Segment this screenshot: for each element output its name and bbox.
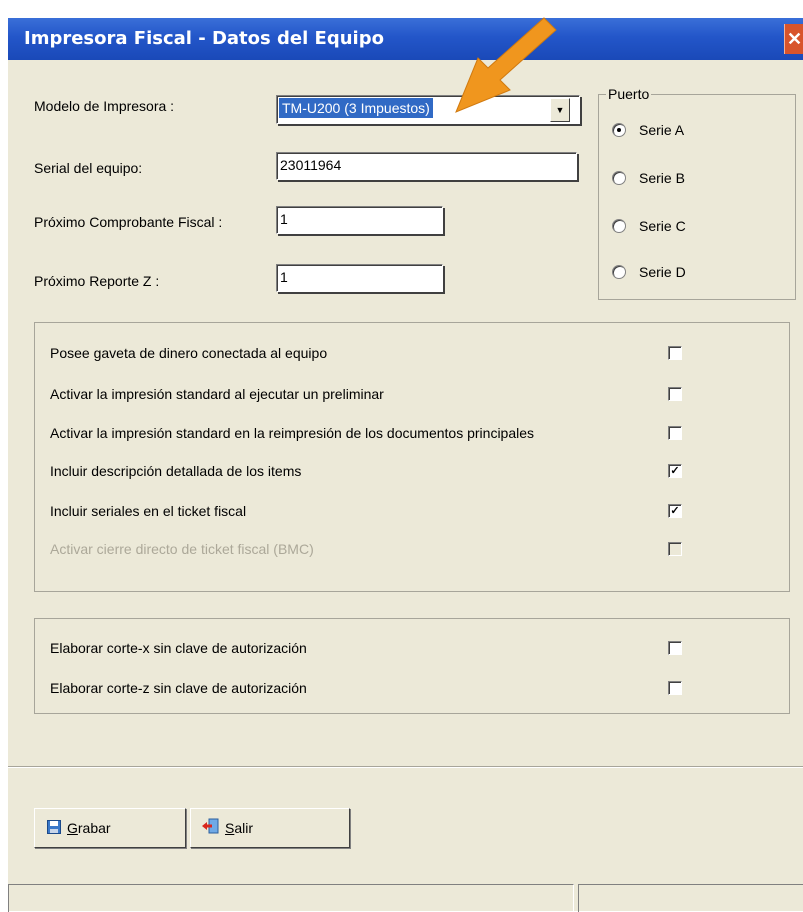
serial-input[interactable]: 23011964 xyxy=(276,152,577,180)
radio-label: Serie B xyxy=(639,170,685,186)
window-title: Impresora Fiscal - Datos del Equipo xyxy=(24,28,384,49)
grabar-label: Grabar xyxy=(67,820,111,836)
option-label-gaveta: Posee gaveta de dinero conectada al equi… xyxy=(50,345,328,361)
corte-z-label: Elaborar corte-z sin clave de autorizaci… xyxy=(50,680,307,696)
close-button[interactable]: ✕ xyxy=(784,24,803,54)
checkmark-icon: ✓ xyxy=(670,465,680,477)
option-label-descripcion: Incluir descripción detallada de los ite… xyxy=(50,463,302,479)
radio-label: Serie D xyxy=(639,264,686,280)
status-panel-left xyxy=(8,884,574,912)
puerto-groupbox xyxy=(598,94,796,300)
option-label-preliminar: Activar la impresión standard al ejecuta… xyxy=(50,386,384,402)
radio-dot xyxy=(617,128,621,132)
salir-label: Salir xyxy=(225,820,254,836)
title-bar: Impresora Fiscal - Datos del Equipo xyxy=(8,18,803,60)
separator-line xyxy=(8,766,803,768)
checkbox-gaveta[interactable] xyxy=(668,346,682,360)
radio-button[interactable] xyxy=(612,219,626,233)
radio-button[interactable] xyxy=(612,171,626,185)
option-label-reimpresion: Activar la impresión standard en la reim… xyxy=(50,425,535,441)
prox-reporte-input[interactable]: 1 xyxy=(276,264,443,292)
radio-label: Serie C xyxy=(639,218,686,234)
prox-reporte-label: Próximo Reporte Z : xyxy=(34,273,160,289)
checkbox-corte-z[interactable] xyxy=(668,681,682,695)
checkbox-reimpresion[interactable] xyxy=(668,426,682,440)
grabar-button[interactable]: Grabar xyxy=(34,808,186,848)
checkmark-icon: ✓ xyxy=(670,505,680,517)
corte-x-label: Elaborar corte-x sin clave de autorizaci… xyxy=(50,640,307,656)
checkbox-preliminar[interactable] xyxy=(668,387,682,401)
radio-button[interactable] xyxy=(612,265,626,279)
radio-label: Serie A xyxy=(639,122,685,138)
floppy-disk-icon xyxy=(47,810,61,848)
prox-comprobante-input[interactable]: 1 xyxy=(276,206,443,234)
modelo-label: Modelo de Impresora : xyxy=(34,98,175,114)
option-label-cierre-bmc: Activar cierre directo de ticket fiscal … xyxy=(50,541,314,557)
salir-button[interactable]: Salir xyxy=(190,808,350,848)
orange-arrow-icon xyxy=(452,16,562,119)
checkbox-corte-x[interactable] xyxy=(668,641,682,655)
checkbox-seriales[interactable]: ✓ xyxy=(668,504,682,518)
checkbox-descripcion[interactable]: ✓ xyxy=(668,464,682,478)
radio-button[interactable] xyxy=(612,123,626,137)
status-panel-right xyxy=(578,884,803,912)
corte-groupbox xyxy=(34,618,790,714)
puerto-legend: Puerto xyxy=(606,86,652,102)
checkbox-cierre-bmc xyxy=(668,542,682,556)
modelo-selected-value: TM-U200 (3 Impuestos) xyxy=(279,98,433,118)
option-label-seriales: Incluir seriales en el ticket fiscal xyxy=(50,503,247,519)
serial-label: Serial del equipo: xyxy=(34,160,143,176)
prox-comprobante-label: Próximo Comprobante Fiscal : xyxy=(34,214,223,230)
exit-door-icon xyxy=(201,810,219,848)
close-icon: ✕ xyxy=(786,29,803,49)
